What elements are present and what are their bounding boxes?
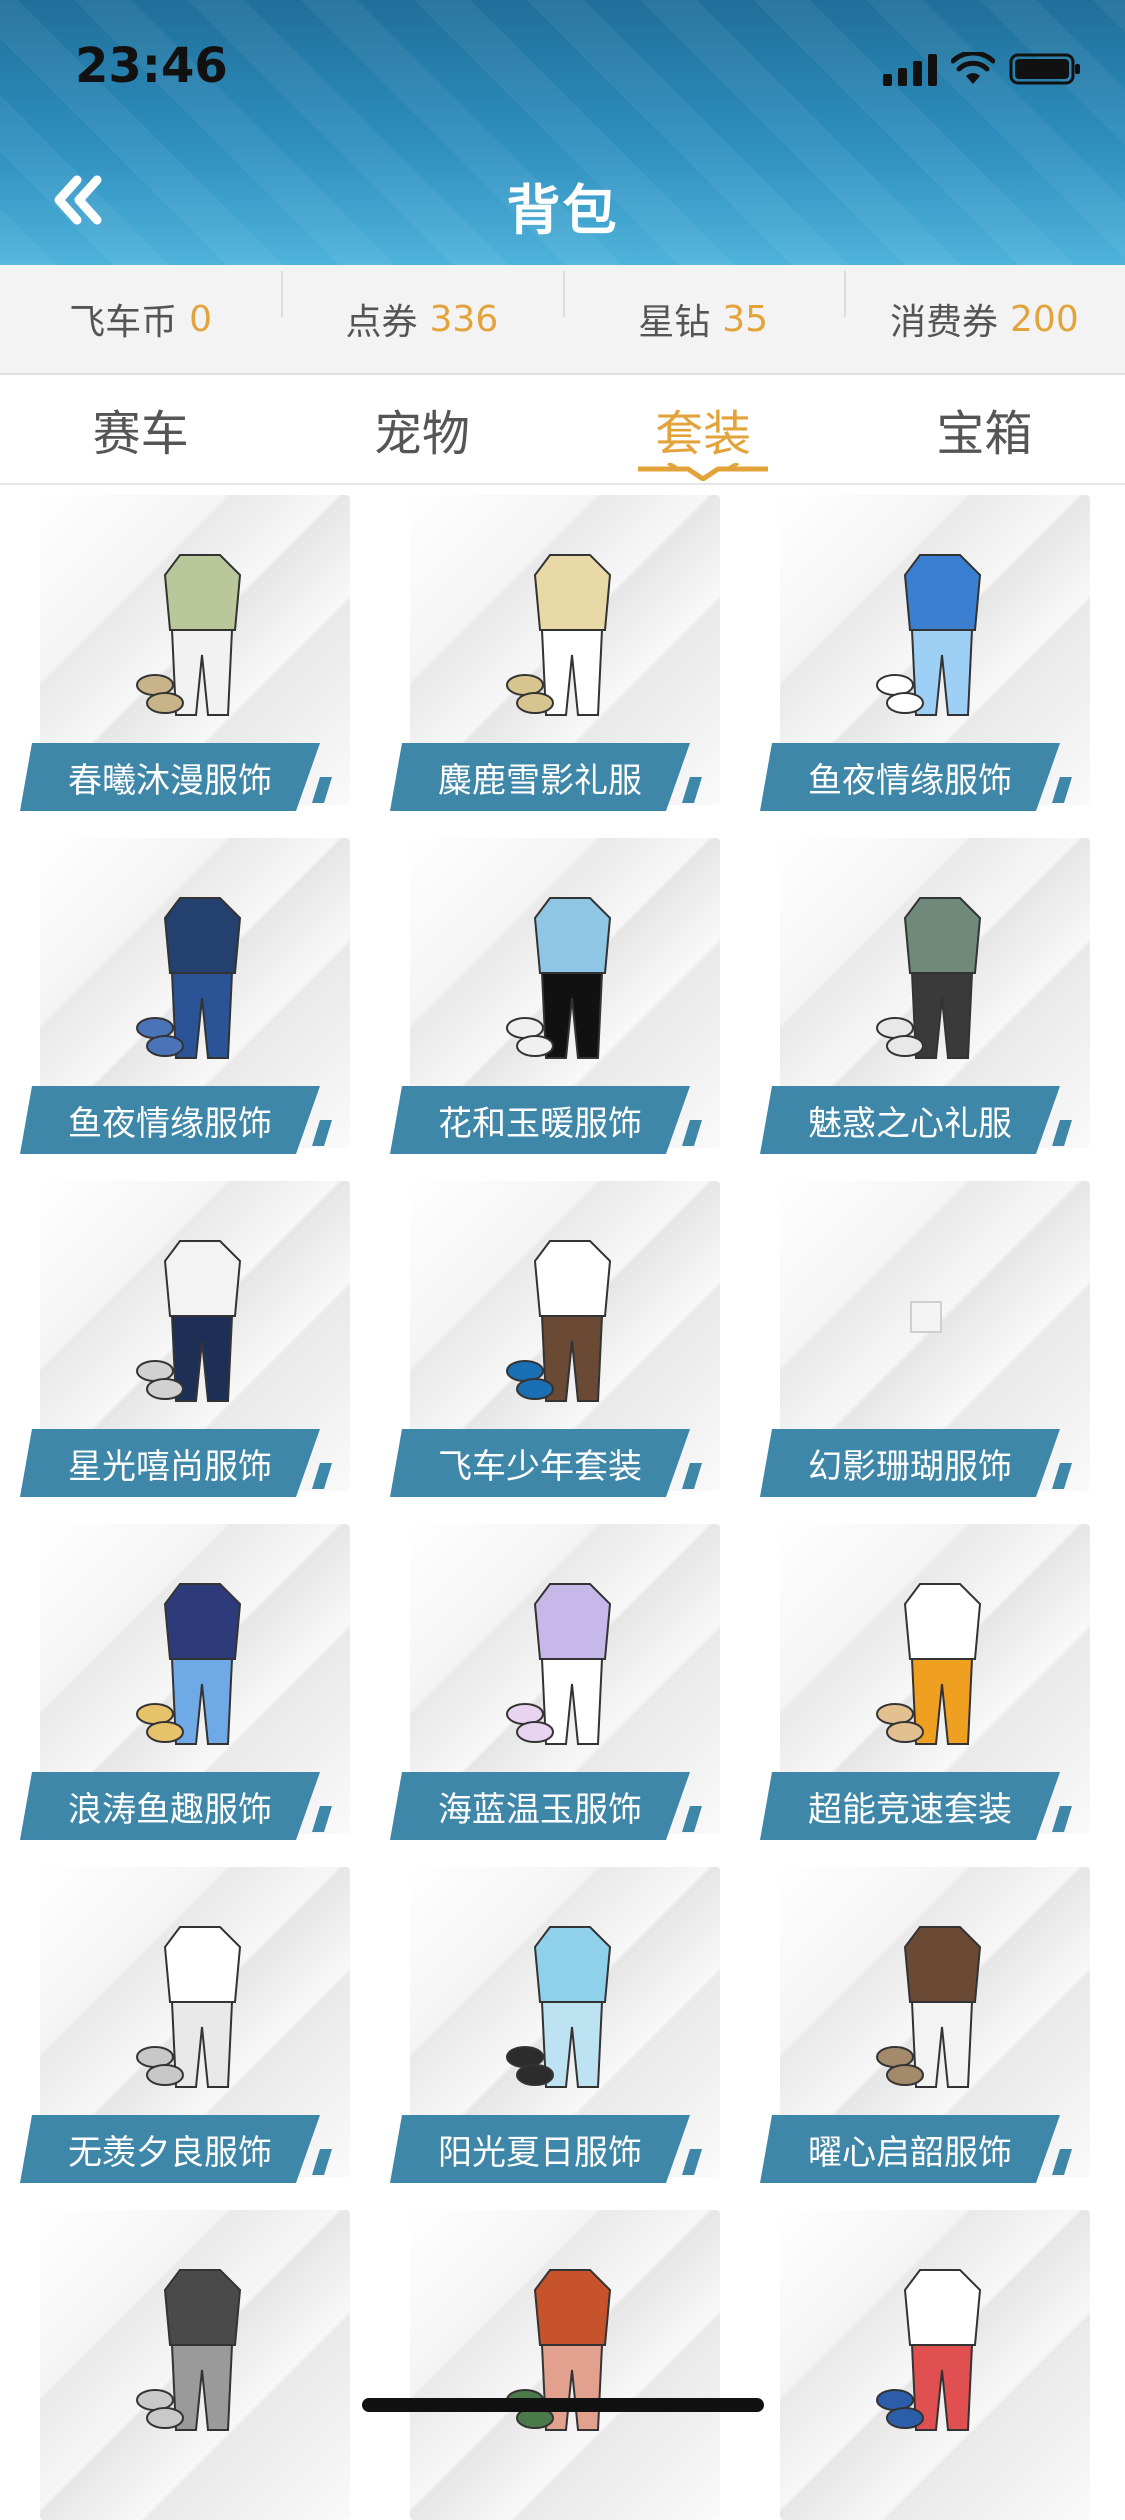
label-stripe-icon <box>682 1806 702 1832</box>
outfit-image <box>136 1583 242 1745</box>
label-stripe-icon <box>312 1463 332 1489</box>
tab-chests[interactable]: 宝箱 <box>844 375 1125 483</box>
currency-bar: 飞车币 0 点券 336 星钻 35 消费券 200 <box>0 265 1125 375</box>
label-stripe-icon <box>1052 2149 1072 2175</box>
label-stripe-icon <box>1052 1806 1072 1832</box>
label-stripe-icon <box>682 777 702 803</box>
outfit-image <box>876 2269 982 2431</box>
tab-cars[interactable]: 赛车 <box>0 375 281 483</box>
currency-label: 点券 <box>345 302 418 343</box>
currency-voucher: 消费券 200 <box>843 271 1125 345</box>
outfit-name: 春曦沐漫服饰 <box>20 743 320 811</box>
label-stripe-icon <box>1052 777 1072 803</box>
outfit-image <box>136 897 242 1059</box>
outfit-card[interactable]: 麋鹿雪影礼服 <box>390 495 720 811</box>
outfit-name: 鱼夜情缘服饰 <box>20 1086 320 1154</box>
currency-label: 星钻 <box>638 302 711 343</box>
tab-outfits[interactable]: 套装 <box>563 375 844 483</box>
outfit-card[interactable] <box>390 2210 720 2520</box>
outfit-image <box>876 1583 982 1745</box>
label-stripe-icon <box>312 1120 332 1146</box>
outfit-card[interactable]: 花和玉暖服饰 <box>390 838 720 1154</box>
outfit-card[interactable]: 鱼夜情缘服饰 <box>20 838 350 1154</box>
outfit-image <box>506 1926 612 2088</box>
outfit-name: 飞车少年套装 <box>390 1429 690 1497</box>
outfit-image <box>506 1583 612 1745</box>
outfit-name: 花和玉暖服饰 <box>390 1086 690 1154</box>
tab-indicator-icon <box>638 463 769 481</box>
outfit-card[interactable]: 幻影珊瑚服饰 <box>760 1181 1090 1497</box>
outfit-name: 浪涛鱼趣服饰 <box>20 1772 320 1840</box>
outfit-card[interactable]: 魅惑之心礼服 <box>760 838 1090 1154</box>
outfit-name: 麋鹿雪影礼服 <box>390 743 690 811</box>
image-placeholder-icon <box>910 1301 942 1333</box>
category-tabs: 赛车 宠物 套装 宝箱 <box>0 375 1125 485</box>
outfit-name: 超能竞速套装 <box>760 1772 1060 1840</box>
wifi-icon <box>951 52 995 86</box>
outfit-card[interactable]: 浪涛鱼趣服饰 <box>20 1524 350 1840</box>
outfit-name: 曜心启韶服饰 <box>760 2115 1060 2183</box>
outfit-card[interactable]: 星光嘻尚服饰 <box>20 1181 350 1497</box>
page-title: 背包 <box>506 179 619 242</box>
label-stripe-icon <box>682 2149 702 2175</box>
outfit-image <box>876 1926 982 2088</box>
status-time: 23:46 <box>75 38 228 94</box>
label-stripe-icon <box>1052 1463 1072 1489</box>
outfit-name: 阳光夏日服饰 <box>390 2115 690 2183</box>
battery-icon <box>1009 52 1083 86</box>
outfit-card[interactable] <box>20 2210 350 2520</box>
currency-value: 336 <box>429 298 499 340</box>
outfit-card[interactable]: 曜心启韶服饰 <box>760 1867 1090 2183</box>
outfit-image <box>876 897 982 1059</box>
outfit-card[interactable] <box>760 2210 1090 2520</box>
outfit-card[interactable]: 无羡夕良服饰 <box>20 1867 350 2183</box>
cellular-signal-icon <box>883 52 937 86</box>
currency-value: 200 <box>1010 298 1079 340</box>
outfit-image <box>136 1240 242 1402</box>
label-stripe-icon <box>1052 1120 1072 1146</box>
outfit-name: 无羡夕良服饰 <box>20 2115 320 2183</box>
currency-value: 35 <box>722 298 769 340</box>
tab-pets[interactable]: 宠物 <box>281 375 562 483</box>
outfit-image <box>876 554 982 716</box>
label-stripe-icon <box>682 1120 702 1146</box>
tab-label: 套装 <box>655 406 752 462</box>
label-stripe-icon <box>312 2149 332 2175</box>
label-stripe-icon <box>312 777 332 803</box>
outfit-image <box>136 554 242 716</box>
outfit-card[interactable]: 海蓝温玉服饰 <box>390 1524 720 1840</box>
outfit-name: 鱼夜情缘服饰 <box>760 743 1060 811</box>
currency-points: 点券 336 <box>281 271 562 345</box>
outfit-grid: 春曦沐漫服饰 麋鹿雪影礼服 鱼夜情缘服饰 鱼夜情缘服饰 花和玉暖服饰 魅惑之心礼服 星光嘻尚… <box>20 495 1110 2520</box>
outfit-card[interactable]: 阳光夏日服饰 <box>390 1867 720 2183</box>
currency-label: 飞车币 <box>69 302 178 343</box>
home-indicator[interactable] <box>362 2398 764 2412</box>
outfit-card[interactable]: 飞车少年套装 <box>390 1181 720 1497</box>
outfit-card[interactable]: 超能竞速套装 <box>760 1524 1090 1840</box>
outfit-name: 幻影珊瑚服饰 <box>760 1429 1060 1497</box>
outfit-image <box>136 2269 242 2431</box>
app-header: 23:46 背包 <box>0 0 1125 265</box>
status-icons <box>883 50 1083 86</box>
outfit-card[interactable]: 鱼夜情缘服饰 <box>760 495 1090 811</box>
currency-label: 消费券 <box>890 302 999 343</box>
currency-racing-coin: 飞车币 0 <box>0 293 281 345</box>
label-stripe-icon <box>312 1806 332 1832</box>
outfit-image <box>506 2269 612 2431</box>
outfit-name: 星光嘻尚服饰 <box>20 1429 320 1497</box>
outfit-name: 魅惑之心礼服 <box>760 1086 1060 1154</box>
label-stripe-icon <box>682 1463 702 1489</box>
outfit-image <box>506 897 612 1059</box>
outfit-image <box>136 1926 242 2088</box>
outfit-image <box>506 554 612 716</box>
currency-value: 0 <box>189 298 213 340</box>
outfit-image <box>506 1240 612 1402</box>
currency-star-diamond: 星钻 35 <box>562 271 844 345</box>
outfit-name: 海蓝温玉服饰 <box>390 1772 690 1840</box>
outfit-card[interactable]: 春曦沐漫服饰 <box>20 495 350 811</box>
